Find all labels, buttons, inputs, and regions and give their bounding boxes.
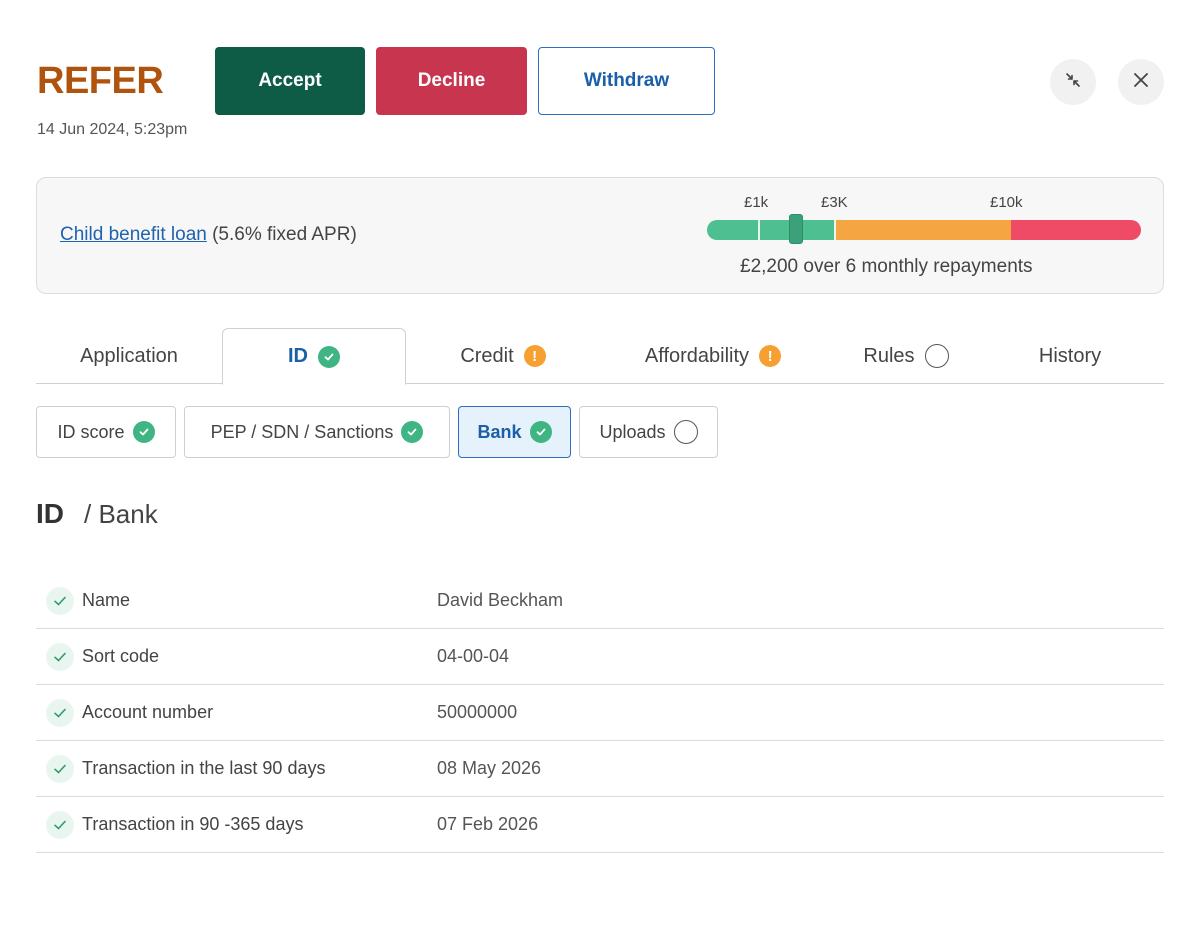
pending-circle-icon [673,420,698,444]
subtab-pep-sdn-sanctions[interactable]: PEP / SDN / Sanctions [184,406,450,458]
verified-check-icon [46,699,74,727]
tab-label: Application [80,344,178,367]
loan-repayment-summary: £2,200 over 6 monthly repayments [740,256,1033,277]
bank-details-table: Name David Beckham Sort code 04-00-04 Ac… [36,573,1164,853]
loan-product-link[interactable]: Child benefit loan [60,224,207,245]
tab-rules[interactable]: Rules [826,328,986,384]
verified-check-icon [46,587,74,615]
scale-tick [834,220,836,240]
decision-timestamp: 14 Jun 2024, 5:23pm [37,121,188,138]
section-title: ID [36,498,64,529]
section-breadcrumb: ID / Bank [36,498,158,530]
verified-check-icon [46,811,74,839]
row-label: Sort code [82,646,160,666]
row-label: Transaction in 90 -365 days [82,814,304,834]
collapse-icon [1063,70,1083,95]
loan-summary-card: Child benefit loan (5.6% fixed APR) £1k … [36,177,1164,294]
check-icon [529,421,552,443]
row-label: Transaction in the last 90 days [82,758,326,778]
tab-label: Credit [460,344,514,367]
table-row: Account number 50000000 [36,685,1164,741]
verified-check-icon [46,643,74,671]
scale-label-10k: £10k [990,194,1023,211]
subtab-label: Bank [477,421,522,442]
collapse-button[interactable] [1050,59,1096,105]
subtab-id-score[interactable]: ID score [36,406,176,458]
main-tabs: Application ID Credit ! Affordability ! … [36,328,1164,385]
loan-description: Child benefit loan (5.6% fixed APR) [60,224,357,246]
warning-icon: ! [759,345,782,367]
table-row: Transaction in 90 -365 days 07 Feb 2026 [36,797,1164,853]
check-icon [401,421,424,443]
check-icon [318,345,340,368]
tab-affordability[interactable]: Affordability ! [600,328,826,384]
scale-segment-green [707,220,835,240]
table-row: Transaction in the last 90 days 08 May 2… [36,741,1164,797]
pending-circle-icon [924,344,949,368]
close-icon [1132,71,1150,94]
decline-button[interactable]: Decline [376,47,527,115]
tab-id[interactable]: ID [222,328,406,385]
scale-tick [758,220,760,240]
warning-icon: ! [523,345,546,367]
row-value: 50000000 [437,702,518,722]
accept-button[interactable]: Accept [215,47,365,115]
row-label: Name [82,590,131,610]
row-label: Account number [82,702,214,722]
subtab-label: ID score [57,421,125,442]
scale-label-1k: £1k [744,194,769,211]
verified-check-icon [46,755,74,783]
tab-application[interactable]: Application [36,328,222,384]
row-value: 08 May 2026 [437,758,542,778]
row-value: David Beckham [437,590,564,610]
scale-label-3k: £3K [821,194,848,211]
withdraw-button[interactable]: Withdraw [538,47,715,115]
loan-amount-slider-handle[interactable] [789,214,803,244]
tab-label: ID [288,345,308,367]
subtab-label: PEP / SDN / Sanctions [210,421,394,442]
row-value: 07 Feb 2026 [437,814,539,834]
table-row: Name David Beckham [36,573,1164,629]
close-button[interactable] [1118,59,1164,105]
scale-segment-orange [835,220,1011,240]
subtab-label: Uploads [599,421,666,442]
tab-label: Affordability [644,344,750,367]
loan-amount-scale [707,220,1141,240]
loan-apr: (5.6% fixed APR) [212,224,357,245]
decision-status: REFER [37,60,164,102]
scale-segment-red [1011,220,1141,240]
tab-credit[interactable]: Credit ! [406,328,600,384]
section-subtitle: / Bank [84,499,158,529]
subtab-bank[interactable]: Bank [458,406,571,458]
tab-label: Rules [863,344,915,367]
tab-history[interactable]: History [986,328,1154,384]
row-value: 04-00-04 [437,646,510,666]
tab-label: History [1038,344,1102,367]
check-icon [132,421,155,443]
table-row: Sort code 04-00-04 [36,629,1164,685]
subtab-uploads[interactable]: Uploads [579,406,718,458]
